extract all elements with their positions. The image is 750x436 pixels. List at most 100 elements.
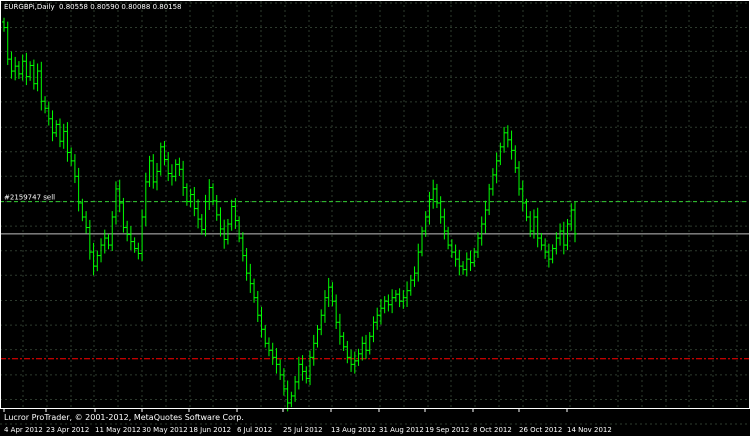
ohlc-bar [140, 209, 145, 262]
ohlc-bar [442, 208, 447, 240]
ohlc-bar [113, 181, 118, 225]
time-axis-label: 6 Jul 2012 [237, 426, 272, 434]
ohlc-bar [225, 218, 230, 245]
ohlc-bar [319, 309, 324, 336]
ohlc-bar [520, 180, 525, 212]
ohlc-bar [65, 122, 70, 162]
ohlc-bar [207, 179, 212, 210]
ohlc-bar [76, 167, 81, 212]
ohlc-bar [494, 152, 499, 184]
ohlc-bar [434, 183, 439, 209]
time-axis-label: 19 Sep 2012 [425, 426, 469, 434]
time-axis-label: 4 Apr 2012 [4, 426, 43, 434]
ohlc-bar [573, 201, 577, 243]
ohlc-bar [184, 183, 189, 206]
ohlc-bar [158, 142, 163, 176]
order-line-label: #2159747 sell [4, 194, 55, 202]
ohlc-bar [386, 294, 391, 312]
ohlc-bar [143, 172, 148, 227]
chart-window[interactable]: #2159747 sell0.80158 4 Apr 201223 Apr 20… [0, 0, 750, 436]
ohlc-bar [360, 336, 365, 361]
time-axis-label: 23 Apr 2012 [46, 426, 89, 434]
ohlc-bar [565, 218, 570, 251]
ohlc-bar [84, 211, 89, 234]
time-axis-label: 14 Nov 2012 [567, 426, 612, 434]
ohlc-bar [505, 125, 510, 148]
ohlc-bar [322, 290, 327, 323]
ohlc-bar [188, 188, 193, 208]
plot-frame [0, 0, 750, 409]
ohlc-bar [464, 252, 469, 277]
ohlc-bar [177, 157, 182, 177]
time-axis-label: 30 May 2012 [142, 426, 188, 434]
ohlc-bar [9, 51, 14, 79]
time-axis-label: 26 Oct 2012 [519, 426, 562, 434]
time-axis-label: 31 Aug 2012 [379, 426, 424, 434]
ohlc-bar [248, 263, 253, 293]
ohlc-bar [382, 296, 387, 314]
ohlc-bar [50, 110, 55, 142]
ohlc-bar [337, 313, 342, 345]
ohlc-bar [244, 248, 249, 281]
ohlc-bar [233, 198, 238, 229]
ohlc-bar [535, 207, 540, 248]
ohlc-bar [16, 61, 21, 79]
ohlc-bar [214, 194, 219, 221]
ohlc-bar [341, 332, 346, 352]
ohlc-bar [446, 226, 451, 250]
ohlc-bar [311, 334, 316, 366]
ohlc-bar [13, 56, 18, 81]
ohlc-bar [453, 244, 458, 267]
ohlc-bar [356, 348, 361, 366]
ohlc-bar [408, 275, 413, 296]
ohlc-bar [468, 250, 473, 272]
ohlc-bar [270, 342, 275, 365]
ohlc-bar [461, 261, 466, 275]
ohlc-bar [259, 306, 264, 338]
ohlc-bar [181, 160, 186, 196]
ohlc-bar [289, 391, 294, 408]
ohlc-bar [293, 376, 298, 402]
ohlc-bar [554, 232, 559, 255]
ohlc-bar [431, 179, 436, 209]
copyright-text: Lucror ProTrader, © 2001-2012, MetaQuote… [4, 413, 244, 422]
ohlc-bar [457, 249, 462, 276]
ohlc-bar [475, 232, 480, 258]
ohlc-bar [278, 359, 283, 380]
ohlc-bar [349, 349, 354, 372]
ohlc-bar [561, 221, 566, 255]
ohlc-bar [31, 59, 36, 90]
ohlc-bar [169, 164, 174, 186]
ohlc-bar [263, 325, 268, 348]
ohlc-bar [54, 120, 59, 138]
ohlc-bar [304, 366, 309, 384]
ohlc-bar [509, 130, 514, 160]
time-axis-label: 8 Oct 2012 [473, 426, 512, 434]
ohlc-bar [539, 233, 544, 251]
ohlc-bar [255, 290, 260, 322]
symbol-timeframe: EURGBPi,Daily [4, 3, 55, 11]
ohlc-bar [125, 220, 130, 242]
chart-info-header: EURGBPi,Daily 0.80558 0.80590 0.80088 0.… [4, 3, 182, 11]
ohlc-bar [390, 289, 395, 314]
ohlc-bar [252, 278, 257, 303]
ohlc-bar [412, 266, 417, 287]
price-chart[interactable]: #2159747 sell0.80158 4 Apr 201223 Apr 20… [0, 0, 750, 436]
ohlc-bar [397, 288, 402, 308]
ohlc-bar [110, 211, 115, 251]
ohlc-bar [72, 154, 77, 184]
ohlc-bar [28, 61, 33, 81]
ohlc-bar [393, 289, 398, 302]
ohlc-bar [528, 211, 533, 237]
ohlc-bar [334, 294, 339, 329]
ohlc-bar [330, 282, 335, 307]
time-axis-label: 25 Jul 2012 [283, 426, 323, 434]
ohlc-bar [128, 226, 133, 250]
ohlc-bar [80, 198, 85, 222]
ohlc-bar [517, 161, 522, 196]
ohlc-bar [487, 183, 492, 216]
ohlc-bar [237, 216, 242, 243]
ohlc-bar [364, 334, 369, 359]
ohlc-bar [274, 348, 279, 374]
ohlc-bar [266, 337, 271, 357]
